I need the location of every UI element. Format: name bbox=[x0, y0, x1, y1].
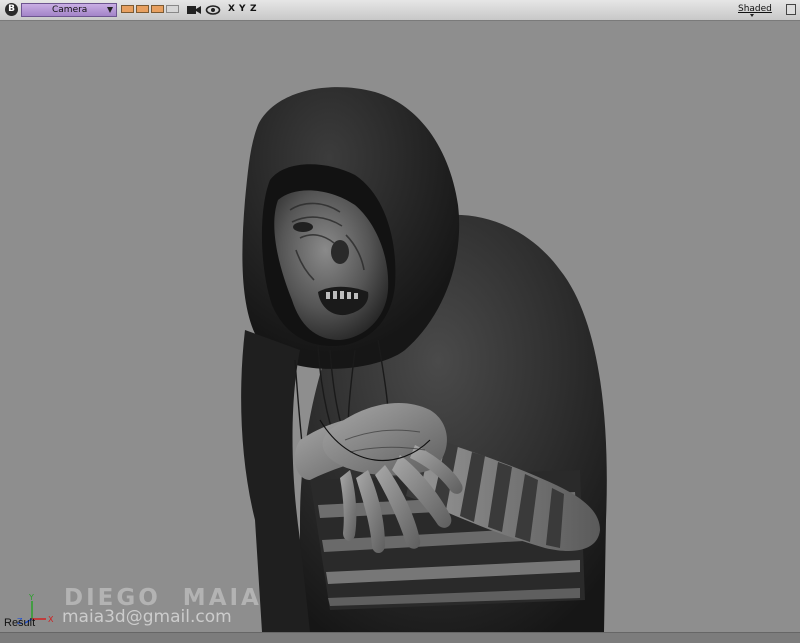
camera-select[interactable]: Camera bbox=[21, 3, 117, 17]
color-swatch-1[interactable] bbox=[121, 5, 134, 13]
axis-x-button[interactable]: X bbox=[228, 4, 235, 14]
shading-menu[interactable]: Shaded bbox=[738, 2, 774, 19]
maximize-icon[interactable] bbox=[786, 4, 796, 15]
color-swatch-4[interactable] bbox=[166, 5, 179, 13]
hooded-creature-render bbox=[241, 87, 607, 632]
color-swatch-3[interactable] bbox=[151, 5, 164, 13]
color-swatch-2[interactable] bbox=[136, 5, 149, 13]
viewport-badge[interactable]: B bbox=[5, 3, 18, 16]
result-label: Result bbox=[4, 617, 36, 629]
axis-y-button[interactable]: Y bbox=[239, 4, 246, 14]
3d-viewport[interactable]: Y Z X bbox=[0, 21, 800, 632]
axis-gizmo-y: Y bbox=[28, 593, 34, 602]
chevron-down-icon bbox=[750, 14, 754, 17]
camera-icon[interactable] bbox=[186, 3, 202, 17]
viewport-bottom-bar bbox=[0, 632, 800, 643]
viewport-toolbar: B Camera X Y Z Shaded bbox=[0, 0, 800, 21]
axis-z-button[interactable]: Z bbox=[250, 4, 257, 14]
chevron-down-icon bbox=[107, 7, 113, 13]
camera-select-label: Camera bbox=[52, 5, 88, 15]
eye-icon[interactable] bbox=[205, 3, 221, 17]
shading-menu-label: Shaded bbox=[738, 4, 772, 14]
watermark-email: maia3d@gmail.com bbox=[62, 607, 232, 627]
axis-gizmo-x: X bbox=[48, 615, 54, 624]
